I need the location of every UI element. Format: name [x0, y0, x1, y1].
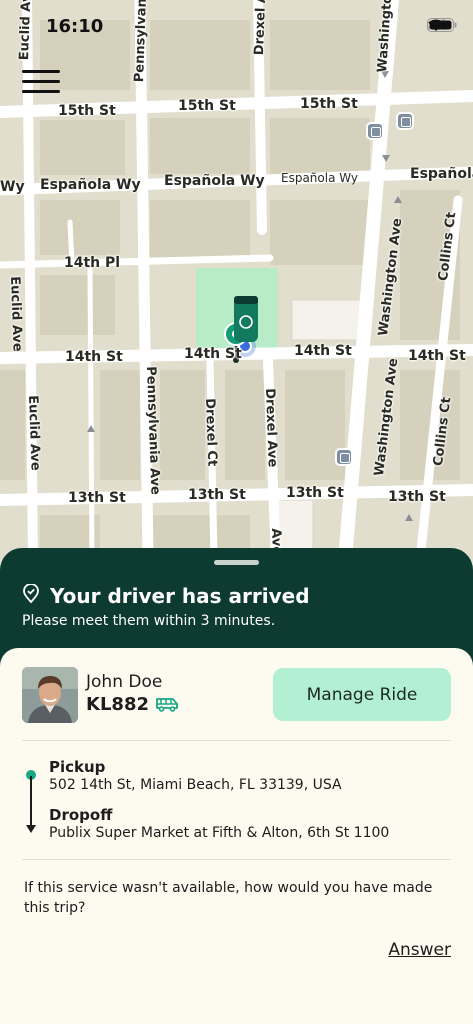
street-label: 13th St: [188, 487, 246, 503]
street-label: 15th St: [58, 103, 116, 119]
street-label: Euclid Ave: [25, 395, 43, 471]
street-label: 13th St: [388, 489, 446, 505]
street-label: Española Wy: [40, 177, 141, 193]
trip-status-title: Your driver has arrived: [50, 584, 310, 608]
street-label: 13th St: [286, 485, 344, 501]
driver-avatar: [22, 667, 78, 723]
divider: [22, 859, 451, 860]
street-label: Drexel Ave: [262, 388, 280, 468]
street-label: Wy: [0, 179, 25, 195]
street-label: 14th St: [184, 346, 242, 362]
street-label: 13th St: [68, 490, 126, 506]
trip-status-subtitle: Please meet them within 3 minutes.: [22, 613, 276, 629]
answer-link[interactable]: Answer: [388, 940, 451, 960]
van-icon: [155, 696, 179, 716]
map-canvas: [0, 0, 473, 560]
menu-icon: [22, 80, 60, 83]
survey-question: If this service wasn't available, how wo…: [24, 880, 433, 916]
driver-name: John Doe: [86, 672, 163, 692]
street-label: 14th St: [408, 348, 466, 364]
dropoff-arrow-icon: [26, 825, 36, 833]
ride-details-sheet: John Doe KL882 Manage Ride Pickup 502 14…: [0, 648, 473, 1024]
location-pin-icon: [22, 583, 40, 608]
street-label: 14th Pl: [64, 255, 121, 271]
transit-stop-icon[interactable]: [366, 122, 384, 140]
street-label: 15th St: [300, 96, 358, 112]
street-label: Española Wy: [281, 171, 359, 185]
status-bar: 16:10: [0, 0, 473, 54]
dropoff-label: Dropoff: [49, 806, 113, 824]
street-label: 14th St: [65, 349, 123, 365]
divider: [22, 740, 451, 741]
street-label: Española: [410, 166, 473, 182]
route-line: [30, 776, 32, 826]
street-label: Euclid Ave: [7, 276, 25, 352]
transit-stop-icon[interactable]: [396, 112, 414, 130]
vehicle-plate: KL882: [86, 694, 149, 715]
street-label: 14th St: [294, 343, 352, 359]
street-label: Drexel Ct: [202, 398, 220, 467]
menu-button[interactable]: [22, 70, 60, 100]
status-time: 16:10: [46, 16, 104, 37]
sheet-drag-handle[interactable]: [214, 560, 259, 565]
transit-stop-icon[interactable]: [335, 448, 353, 466]
map-view[interactable]: 15th St 15th St 15th St Española Wy Espa…: [0, 0, 473, 560]
street-label: 15th St: [178, 98, 236, 114]
pickup-address: 502 14th St, Miami Beach, FL 33139, USA: [49, 777, 342, 793]
dropoff-address: Publix Super Market at Fifth & Alton, 6t…: [49, 825, 390, 841]
menu-icon: [22, 70, 60, 73]
menu-icon: [22, 90, 60, 93]
pickup-label: Pickup: [49, 758, 106, 776]
manage-ride-button[interactable]: Manage Ride: [273, 668, 451, 721]
street-label: Española Wy: [164, 173, 265, 189]
